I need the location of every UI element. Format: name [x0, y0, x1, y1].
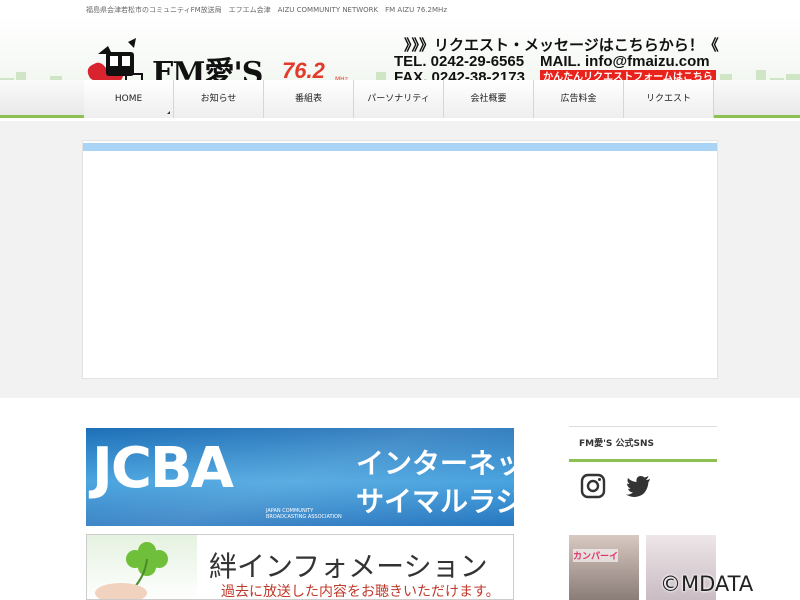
jcba-logo: JCBA [92, 436, 234, 501]
nav-item-home[interactable]: HOME [84, 80, 174, 118]
nav-item-schedule[interactable]: 番組表 [264, 80, 354, 118]
site-header: FM愛'S 76.2 MHz 》》》リクエスト・メッセージはこちらから！《 TE… [0, 16, 800, 96]
request-heading: 》》》リクエスト・メッセージはこちらから！《 [404, 36, 719, 54]
twitter-icon[interactable] [625, 472, 653, 500]
instagram-icon[interactable] [579, 472, 607, 500]
kizuna-title: 絆インフォメーション [209, 550, 488, 583]
site-tagline: 福島県会津若松市のコミュニティFM放送局 エフエム会津 AIZU COMMUNI… [86, 6, 447, 14]
nav-item-request[interactable]: リクエスト [624, 80, 714, 118]
sns-thumbnail-1[interactable]: カンパーイ [569, 535, 639, 600]
jcba-line-2: サイマルラジオ [356, 485, 514, 518]
clover-image [87, 535, 197, 599]
hero-slider-bar [83, 143, 717, 151]
jcba-simulradio-banner[interactable]: JCBA JAPAN COMMUNITY BROADCASTING ASSOCI… [86, 428, 514, 526]
sns-widget-title: FM愛'S 公式SNS [569, 426, 717, 462]
nav-item-ad-rates[interactable]: 広告料金 [534, 80, 624, 118]
nav-item-news[interactable]: お知らせ [174, 80, 264, 118]
official-sns-widget: FM愛'S 公式SNS [569, 426, 717, 510]
main-nav: HOME お知らせ 番組表 パーソナリティ 会社概要 広告料金 リクエスト [0, 80, 800, 118]
mail-address[interactable]: MAIL. info@fmaizu.com [540, 53, 710, 70]
kizuna-subtitle: 過去に放送した内容をお聴きいただけます。 [221, 584, 500, 600]
thumbnail-caption: カンパーイ [573, 549, 619, 562]
clover-icon [95, 542, 168, 599]
jcba-line-1: インターネット [356, 447, 514, 480]
watermark: ©MDATA [660, 572, 754, 596]
kizuna-information-banner[interactable]: 絆インフォメーション 過去に放送した内容をお聴きいただけます。 [86, 534, 514, 600]
hero-slider[interactable] [82, 140, 718, 379]
nav-item-company[interactable]: 会社概要 [444, 80, 534, 118]
jcba-subtitle: JAPAN COMMUNITY BROADCASTING ASSOCIATION [266, 508, 342, 520]
nav-item-personality[interactable]: パーソナリティ [354, 80, 444, 118]
tel-number: TEL. 0242-29-6565 [394, 53, 525, 70]
